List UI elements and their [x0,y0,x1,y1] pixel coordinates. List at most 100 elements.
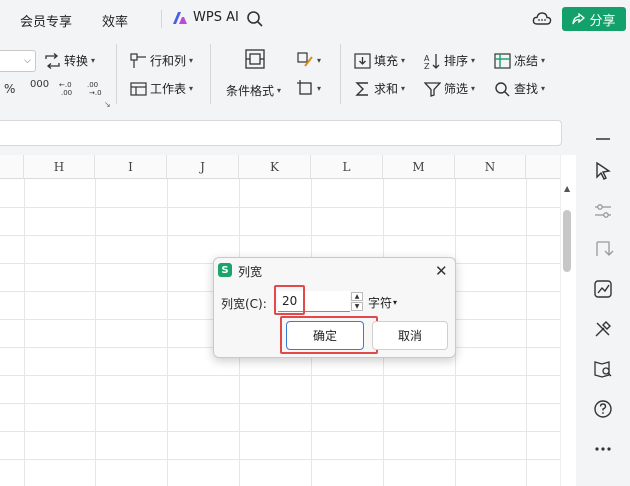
row-col-button[interactable]: 行和列 ▾ [130,52,193,69]
vertical-scrollbar[interactable] [560,155,576,486]
convert-button[interactable]: 转换 ▾ [44,52,95,69]
gridline [24,179,25,486]
gridline [0,375,560,376]
percent-style-button[interactable]: % [4,82,15,96]
svg-text:.00: .00 [87,81,98,89]
gridline [0,403,560,404]
chevron-down-icon: ⌵ [24,56,31,66]
sort-icon: AZ [424,53,440,69]
find-button[interactable]: 查找 ▾ [494,80,545,97]
chevron-down-icon: ▾ [471,84,476,93]
chevron-down-icon: ▾ [189,84,194,93]
unit-label: 字符 [368,296,393,310]
cancel-button[interactable]: 取消 [372,321,448,350]
sigma-icon [355,81,368,96]
chevron-down-icon: ▾ [541,84,546,93]
conditional-format-icon[interactable] [244,48,266,70]
filter-button[interactable]: 筛选 ▾ [424,80,475,97]
gridline [0,431,560,432]
dialog-title: 列宽 [238,265,263,279]
dialog-launcher-icon[interactable]: ↘ [104,100,111,109]
chart-analysis-icon[interactable] [592,278,614,300]
thousands-separator-button[interactable]: 000 [30,79,49,90]
select-cursor-icon[interactable] [592,160,614,182]
close-icon[interactable]: ✕ [435,262,448,280]
formula-bar[interactable] [0,120,562,146]
column-header-l[interactable]: L [311,155,383,179]
transform-icon[interactable] [592,238,614,260]
column-header-j[interactable]: J [167,155,239,179]
right-sidebar [576,120,630,486]
decrease-decimal-icon[interactable]: .00→.0 [86,80,104,96]
column-header-m[interactable]: M [383,155,455,179]
sum-button[interactable]: 求和 ▾ [354,80,405,97]
cloud-sync-icon[interactable] [532,10,552,28]
worksheet-label: 工作表 [150,82,187,96]
column-header-k[interactable]: K [239,155,311,179]
chevron-down-icon: ▾ [401,84,406,93]
find-label: 查找 [514,82,539,96]
sort-button[interactable]: AZ 排序 ▾ [424,52,475,69]
number-format-dropdown[interactable]: ⌵ [0,50,36,72]
convert-icon [45,52,60,69]
chevron-down-icon: ▾ [401,56,406,65]
freeze-button[interactable]: 冻结 ▾ [494,52,545,69]
share-button[interactable]: 分享 [562,7,626,31]
menu-member[interactable]: 会员专享 [20,11,72,30]
worksheet-button[interactable]: 工作表 ▾ [130,80,193,97]
column-width-label: 列宽(C): [221,297,267,311]
search-icon[interactable] [246,10,264,28]
adjust-sliders-icon[interactable] [592,200,614,222]
spin-up-button[interactable]: ▲ [351,292,363,301]
menu-efficiency[interactable]: 效率 [102,11,128,30]
row-col-icon [130,52,146,68]
column-header-i[interactable]: I [95,155,167,179]
more-icon[interactable] [592,438,614,460]
gridline [0,207,560,208]
worksheet-icon [130,81,147,96]
chevron-down-icon: ▾ [317,83,322,93]
cell-style-button[interactable]: ▾ [297,52,321,68]
collapse-icon[interactable] [592,128,614,150]
increase-decimal-icon[interactable]: ←.0.00 [58,80,76,96]
fill-button[interactable]: 填充 ▾ [354,52,405,69]
column-header-h[interactable]: H [24,155,95,179]
scrollbar-thumb[interactable] [563,210,571,272]
unit-select[interactable]: 字符 ▾ [368,294,397,311]
column-header[interactable] [0,155,24,179]
book-search-icon[interactable] [592,358,614,380]
fill-label: 填充 [374,54,399,68]
column-header-n[interactable]: N [455,155,526,179]
conditional-format-button[interactable]: 条件格式 ▾ [226,82,281,99]
divider [340,44,341,104]
scroll-up-icon[interactable]: ▲ [564,184,570,193]
spin-down-button[interactable]: ▼ [351,302,363,311]
top-menu-bar: 会员专享 效率 WPS AI 分享 [0,0,630,38]
chevron-down-icon: ▾ [541,56,546,65]
filter-icon [424,81,441,97]
column-width-dialog: S 列宽 ✕ 列宽(C): 20 ▲ ▼ 字符 ▾ 确定 取消 [213,257,456,358]
help-icon[interactable] [592,398,614,420]
ribbon-toolbar: ⌵ 转换 ▾ % 000 ←.0.00 .00→.0 ↘ 行和列 ▾ 工作表 [0,38,576,110]
border-button[interactable]: ▾ [297,80,321,96]
find-icon [495,81,510,96]
share-label: 分享 [589,13,616,29]
svg-text:.00: .00 [61,89,72,96]
highlight-box [280,316,378,354]
freeze-icon [494,52,511,69]
highlight-box [274,285,305,315]
share-icon [572,12,586,24]
filter-label: 筛选 [444,82,469,96]
row-col-label: 行和列 [150,54,187,68]
column-header[interactable] [526,155,560,179]
wps-ai-icon [173,11,187,24]
gridline [526,179,527,486]
cancel-label: 取消 [397,329,422,343]
chevron-down-icon: ▾ [393,298,398,307]
chevron-down-icon: ▾ [471,56,476,65]
tools-icon[interactable] [592,318,614,340]
gridline [0,235,560,236]
chevron-down-icon: ▾ [277,86,282,95]
convert-label: 转换 [64,54,89,68]
wps-ai-button[interactable]: WPS AI [172,10,239,25]
